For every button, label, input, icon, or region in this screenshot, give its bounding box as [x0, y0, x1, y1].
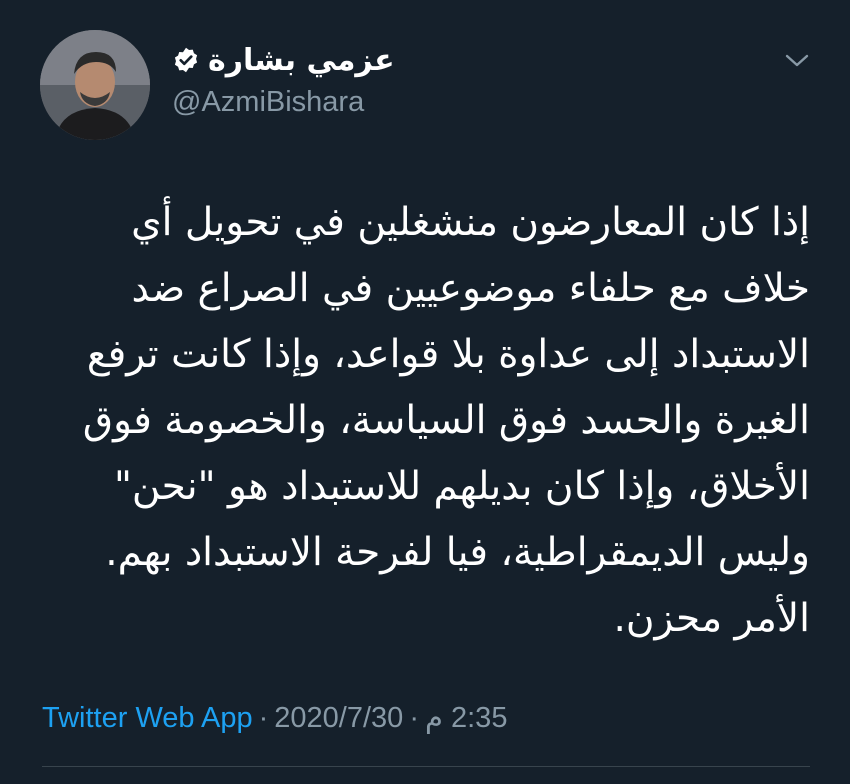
tweet-time[interactable]: 2:35 م [425, 702, 507, 734]
tweet-text-line: خلاف مع حلفاء موضوعيين في الصراع ضد [131, 266, 810, 311]
tweet-card: عزمي بشارة @AzmiBishara إذا كان المعارضو… [0, 0, 850, 784]
tweet-text-line: الأخلاق، وإذا كان بديلهم للاستبداد هو "ن… [113, 464, 810, 509]
divider [42, 766, 810, 767]
tweet-text-line: إذا كان المعارضون منشغلين في تحويل أي [131, 200, 810, 245]
tweet-text-line: الاستبداد إلى عداوة بلا قواعد، وإذا كانت… [86, 332, 810, 377]
user-handle[interactable]: @AzmiBishara [172, 86, 395, 119]
author-info: عزمي بشارة @AzmiBishara [172, 38, 395, 119]
tweet-meta: Twitter Web App · 2020/7/30 · 2:35 م [42, 700, 507, 735]
tweet-text-line: وليس الديمقراطية، فيا لفرحة الاستبداد به… [105, 530, 810, 575]
avatar[interactable] [40, 30, 150, 140]
meta-separator: · [258, 702, 269, 734]
verified-badge-icon [172, 46, 200, 74]
avatar-photo [40, 30, 150, 140]
tweet-text: إذا كان المعارضون منشغلين في تحويل أي خل… [30, 190, 810, 652]
tweet-text-line: الغيرة والحسد فوق السياسة، والخصومة فوق [82, 398, 810, 443]
display-name[interactable]: عزمي بشارة [208, 43, 395, 78]
meta-separator: · [409, 702, 419, 734]
name-row: عزمي بشارة [172, 38, 395, 82]
tweet-date[interactable]: 2020/7/30 [274, 702, 403, 734]
chevron-down-icon[interactable] [784, 52, 810, 70]
source-link[interactable]: Twitter Web App [42, 702, 253, 734]
tweet-text-line: الأمر محزن. [613, 596, 810, 641]
